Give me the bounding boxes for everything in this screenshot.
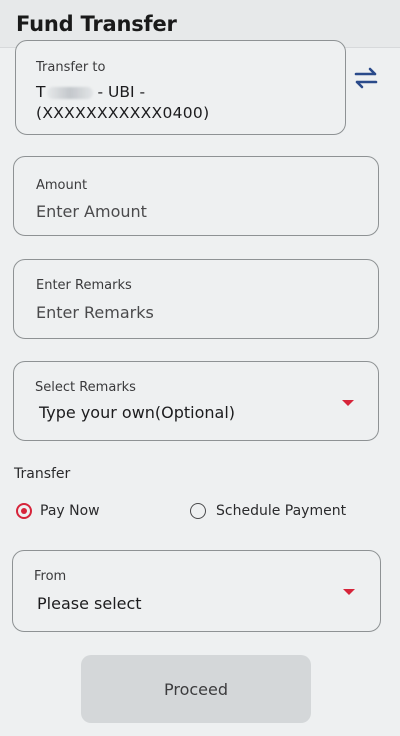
select-remarks-value: Type your own(Optional) (39, 403, 236, 422)
beneficiary-name-initial: T (36, 83, 46, 101)
amount-input[interactable]: Enter Amount (36, 202, 147, 221)
from-label: From (34, 569, 67, 584)
swap-arrows-icon[interactable] (350, 62, 382, 94)
pay-now-label: Pay Now (40, 503, 100, 519)
select-remarks-dropdown[interactable]: Select Remarks Type your own(Optional) (13, 361, 379, 441)
proceed-button[interactable]: Proceed (81, 655, 311, 723)
dropdown-arrow-icon (343, 589, 355, 595)
schedule-payment-label: Schedule Payment (216, 503, 347, 519)
transfer-section-label: Transfer (14, 466, 71, 482)
select-remarks-label: Select Remarks (35, 380, 136, 395)
page-title: Fund Transfer (16, 12, 177, 36)
remarks-label: Enter Remarks (36, 278, 132, 293)
transfer-to-card[interactable]: Transfer to T - UBI - (XXXXXXXXXXX0400) (15, 40, 346, 135)
from-value: Please select (37, 594, 142, 613)
transfer-to-beneficiary: T - UBI - (36, 83, 145, 101)
beneficiary-bank: - UBI - (97, 83, 146, 101)
from-account-dropdown[interactable]: From Please select (12, 550, 381, 632)
amount-field[interactable]: Amount Enter Amount (13, 156, 379, 236)
remarks-input[interactable]: Enter Remarks (36, 303, 154, 322)
transfer-to-account: (XXXXXXXXXXX0400) (36, 104, 210, 122)
radio-checked-icon[interactable] (16, 503, 32, 519)
remarks-field[interactable]: Enter Remarks Enter Remarks (13, 259, 379, 339)
radio-schedule-payment[interactable]: Schedule Payment (190, 502, 360, 524)
redacted-name (47, 86, 94, 99)
transfer-to-label: Transfer to (36, 60, 106, 75)
radio-unchecked-icon[interactable] (190, 503, 206, 519)
dropdown-arrow-icon (342, 400, 354, 406)
amount-label: Amount (36, 178, 88, 193)
radio-pay-now[interactable]: Pay Now (16, 502, 136, 524)
